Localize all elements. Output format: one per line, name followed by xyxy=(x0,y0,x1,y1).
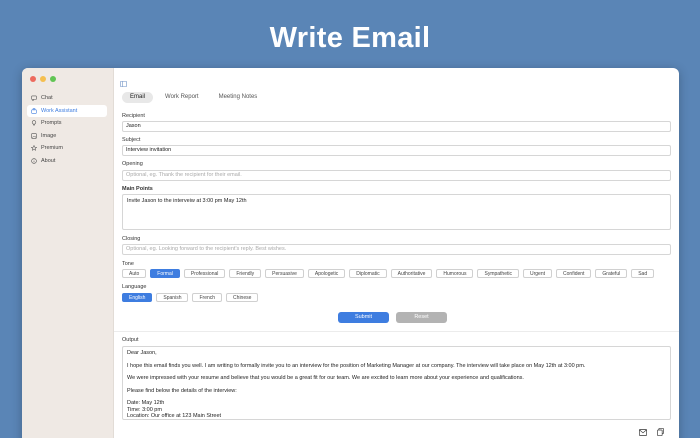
tab-bar: Email Work Report Meeting Notes xyxy=(122,92,265,103)
output-line: We were impressed with your resume and b… xyxy=(127,375,524,381)
language-option-french[interactable]: French xyxy=(192,293,223,302)
tone-option-confident[interactable]: Confident xyxy=(556,269,592,278)
tone-option-professional[interactable]: Professional xyxy=(183,269,226,278)
opening-field[interactable]: Optional, eg. Thank the recipient for th… xyxy=(122,170,671,181)
tone-option-formal[interactable]: Formal xyxy=(150,269,180,278)
output-label: Output xyxy=(122,337,139,343)
submit-button[interactable]: Submit xyxy=(338,312,389,323)
output-actions xyxy=(639,423,664,438)
copy-icon[interactable] xyxy=(657,423,664,438)
sidebar-item-work-assistant[interactable]: Work Assistant xyxy=(27,104,107,117)
closing-field[interactable]: Optional, eg. Looking forward to the rec… xyxy=(122,244,671,255)
hero-title: Write Email xyxy=(269,22,431,54)
sidebar-item-label: About xyxy=(41,157,56,164)
tone-option-urgent[interactable]: Urgent xyxy=(523,269,553,278)
minimize-window-button[interactable] xyxy=(40,76,46,82)
window-controls xyxy=(30,76,56,82)
sidebar-item-label: Work Assistant xyxy=(41,107,78,114)
main-content: Email Work Report Meeting Notes Recipien… xyxy=(114,68,679,438)
sidebar-toggle-icon[interactable] xyxy=(120,74,127,92)
star-icon xyxy=(31,145,37,151)
info-icon xyxy=(31,157,37,164)
sidebar-item-label: Image xyxy=(41,132,57,139)
closing-label: Closing xyxy=(122,236,141,242)
language-option-spanish[interactable]: Spanish xyxy=(156,293,189,302)
output-line: Dear Jason, xyxy=(127,350,157,356)
image-icon xyxy=(31,132,37,139)
zoom-window-button[interactable] xyxy=(50,76,56,82)
subject-label: Subject xyxy=(122,137,141,143)
sidebar-item-premium[interactable]: Premium xyxy=(27,142,107,154)
tone-options: Auto Formal Professional Friendly Persua… xyxy=(122,269,655,278)
briefcase-icon xyxy=(31,107,37,114)
tone-option-persuasive[interactable]: Persuasive xyxy=(265,269,304,278)
language-option-english[interactable]: English xyxy=(122,293,153,302)
lightbulb-icon xyxy=(31,120,37,126)
recipient-field[interactable]: Jason xyxy=(122,121,671,132)
sidebar-item-prompts[interactable]: Prompts xyxy=(27,117,107,129)
tone-option-humorous[interactable]: Humorous xyxy=(436,269,474,278)
tone-option-friendly[interactable]: Friendly xyxy=(229,269,262,278)
tab-work-report[interactable]: Work Report xyxy=(157,92,207,103)
sidebar-item-label: Premium xyxy=(41,145,64,151)
opening-label: Opening xyxy=(122,161,143,167)
output-line: Please find below the details of the int… xyxy=(127,387,237,394)
tone-option-diplomatic[interactable]: Diplomatic xyxy=(349,269,387,278)
section-divider xyxy=(114,331,679,332)
app-window: Chat Work Assistant Prompts Image Premiu… xyxy=(22,68,679,438)
tone-option-grateful[interactable]: Grateful xyxy=(595,269,628,278)
tone-option-sympathetic[interactable]: Sympathetic xyxy=(477,269,519,278)
chat-icon xyxy=(31,95,37,101)
sidebar-item-chat[interactable]: Chat xyxy=(27,92,107,104)
main-points-field[interactable]: Invite Jason to the interveiw at 3:00 pm… xyxy=(122,194,671,230)
language-label: Language xyxy=(122,284,147,290)
tone-label: Tone xyxy=(122,261,134,267)
sidebar-item-about[interactable]: About xyxy=(27,155,107,167)
sidebar: Chat Work Assistant Prompts Image Premiu… xyxy=(22,68,114,438)
output-line: Location: Our office at 123 Main Street xyxy=(127,413,222,419)
output-line: I hope this email finds you well. I am w… xyxy=(127,362,586,369)
tab-email[interactable]: Email xyxy=(122,92,154,103)
language-option-chinese[interactable]: Chinese xyxy=(226,293,259,302)
mail-icon[interactable] xyxy=(639,423,647,438)
tone-option-authoritative[interactable]: Authoritative xyxy=(390,269,433,278)
recipient-label: Recipient xyxy=(122,113,145,119)
sidebar-item-image[interactable]: Image xyxy=(27,130,107,142)
tab-meeting-notes[interactable]: Meeting Notes xyxy=(211,92,266,103)
sidebar-item-label: Chat xyxy=(41,95,53,101)
output-text-area[interactable]: Dear Jason, I hope this email finds you … xyxy=(122,346,671,420)
tone-option-apologetic[interactable]: Apologetic xyxy=(307,269,346,278)
tone-option-sad[interactable]: Sad xyxy=(631,269,655,278)
language-options: English Spanish French Chinese xyxy=(122,293,259,302)
tone-option-auto[interactable]: Auto xyxy=(122,269,147,278)
sidebar-item-label: Prompts xyxy=(41,120,62,126)
main-points-label: Main Points xyxy=(122,186,153,192)
close-window-button[interactable] xyxy=(30,76,36,82)
reset-button[interactable]: Reset xyxy=(396,312,447,323)
subject-field[interactable]: Interview invitation xyxy=(122,145,671,156)
sidebar-nav: Chat Work Assistant Prompts Image Premiu… xyxy=(27,92,107,167)
